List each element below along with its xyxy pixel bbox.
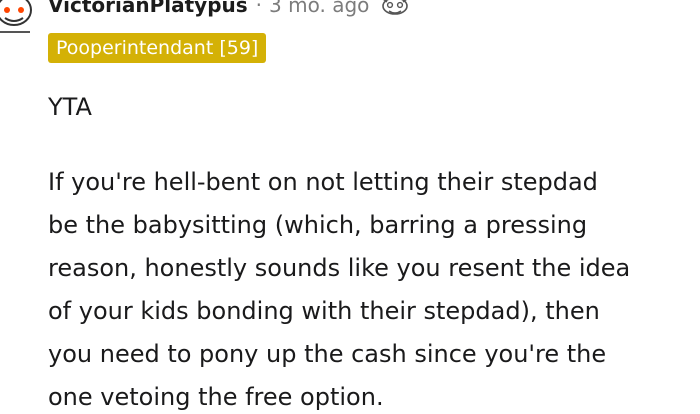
comment-body-line: one vetoing the free option. xyxy=(48,383,384,411)
comment-body-line: of your kids bonding with their stepdad)… xyxy=(48,297,600,325)
user-flair-badge: Pooperintendant [59] xyxy=(48,33,267,63)
meta-separator: · xyxy=(255,0,263,17)
comment-body-line: be the babysitting (which, barring a pre… xyxy=(48,211,588,239)
comment-body-line: reason, honestly sounds like you resent … xyxy=(48,254,631,282)
comment-timestamp[interactable]: 3 mo. ago xyxy=(269,0,369,17)
award-icon xyxy=(382,0,409,15)
comment-verdict: YTA xyxy=(48,93,92,121)
comment-body-line: you need to pony up the cash since you'r… xyxy=(48,340,607,368)
comment-body-line: If you're hell-bent on not letting their… xyxy=(48,168,598,196)
avatar-snoo-icon[interactable] xyxy=(0,0,34,42)
username-link[interactable]: VictorianPlatypus xyxy=(48,0,248,17)
comment-header: VictorianPlatypus · 3 mo. ago xyxy=(48,0,411,19)
comment-body: YTA If you're hell-bent on not letting t… xyxy=(48,86,700,414)
